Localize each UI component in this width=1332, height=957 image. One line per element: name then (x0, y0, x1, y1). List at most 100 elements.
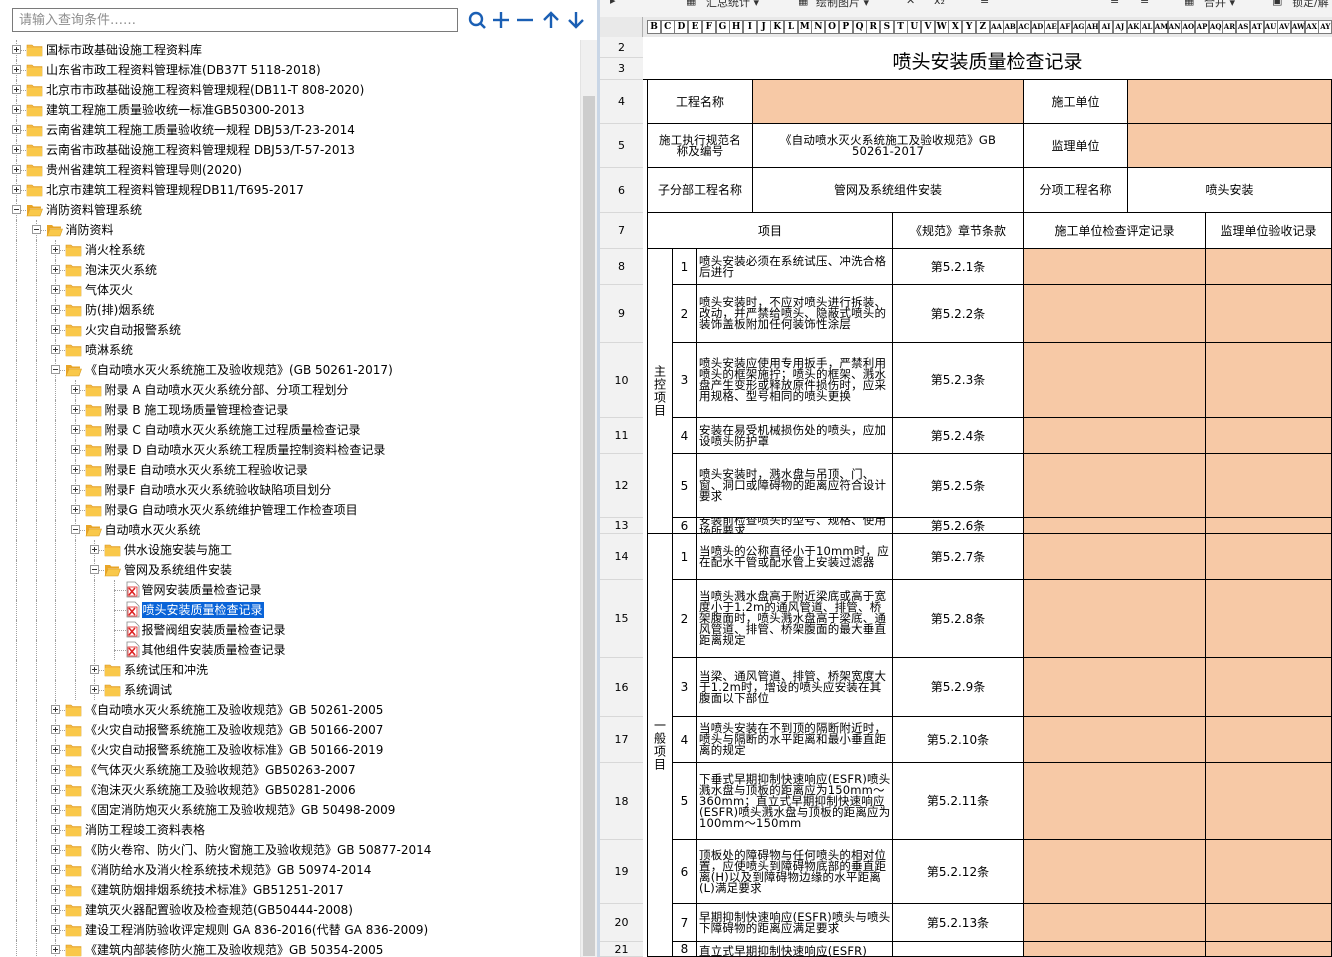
tree-node-label[interactable]: 《火灾自动报警系统施工及验收规范》GB 50166-2007 (85, 722, 383, 738)
column-header[interactable]: AS (1236, 20, 1251, 34)
expand-icon[interactable] (51, 285, 60, 294)
column-header[interactable]: L (784, 20, 798, 34)
arrow-up-icon[interactable] (541, 10, 561, 30)
expand-icon[interactable] (12, 85, 21, 94)
expand-icon[interactable] (51, 865, 60, 874)
row-header[interactable]: 4 (600, 80, 643, 124)
expand-icon[interactable] (51, 725, 60, 734)
subdivision-value[interactable]: 管网及系统组件安装 (753, 168, 1024, 213)
tree-node[interactable]: 气体灭火 (0, 280, 580, 300)
expand-icon[interactable] (12, 105, 21, 114)
collapse-icon[interactable] (90, 565, 99, 574)
column-header[interactable]: R (866, 20, 881, 34)
column-header[interactable]: AC (1016, 20, 1031, 34)
column-header[interactable]: AT (1249, 20, 1264, 34)
column-header[interactable]: C (660, 20, 675, 34)
supervision-check-record[interactable] (1206, 285, 1332, 343)
expand-icon[interactable] (51, 925, 60, 934)
construction-check-record[interactable] (1024, 343, 1206, 418)
supervision-check-record[interactable] (1206, 942, 1332, 957)
supervision-unit-label[interactable]: 监理单位 (1024, 124, 1128, 168)
expand-icon[interactable] (70, 405, 80, 414)
tree-node-label[interactable]: 《建筑内部装修防火施工及验收规范》GB 50354-2005 (85, 942, 383, 957)
expand-icon[interactable] (12, 65, 21, 74)
subscript-icon[interactable]: x₂ (934, 0, 945, 7)
tree-node-label[interactable]: 北京市市政基础设施工程资料管理规程(DB11-T 808-2020) (46, 82, 364, 98)
column-header[interactable]: G (715, 20, 730, 34)
construction-check-record[interactable] (1024, 904, 1206, 942)
item-clause[interactable]: 第5.2.13条 (893, 904, 1024, 942)
tree-node[interactable]: 供水设施安装与施工 (0, 540, 580, 560)
supervision-check-record[interactable] (1206, 534, 1332, 580)
tree-node-label[interactable]: 防(排)烟系统 (85, 302, 154, 318)
tree-node[interactable]: 喷头安装质量检查记录 (0, 600, 580, 620)
tree-node-label[interactable]: 《建筑防烟排烟系统技术标准》GB51251-2017 (85, 882, 344, 898)
tree-node[interactable]: 附录 B 施工现场质量管理检查记录 (0, 400, 580, 420)
column-header[interactable]: AG (1071, 20, 1086, 34)
align-icon[interactable]: ≡ (980, 0, 989, 7)
tree-node[interactable]: 消防资料 (0, 220, 580, 240)
tree-node-label[interactable]: 《自动喷水灭火系统施工及验收规范》GB 50261-2005 (85, 702, 383, 718)
subdivision-label[interactable]: 子分部工程名称 (647, 168, 753, 213)
ribbon-merge[interactable]: 合并 ▾ (1204, 0, 1235, 10)
construction-check-record[interactable] (1024, 658, 1206, 717)
supervision-check-record[interactable] (1206, 249, 1332, 285)
ribbon-lock[interactable]: 锁定/解 (1292, 0, 1329, 10)
tree-node-label-selected[interactable]: 喷头安装质量检查记录 (141, 602, 264, 618)
tree-node-label[interactable]: 供水设施安装与施工 (124, 542, 232, 558)
supervision-check-record[interactable] (1206, 717, 1332, 763)
column-header[interactable]: J (756, 20, 771, 34)
column-header[interactable]: AK (1126, 20, 1141, 34)
item-description[interactable]: 当喷头溅水盘高于附近梁底或高于宽度小于1.2m的通风管道、排管、桥架腹面时，喷头… (697, 580, 893, 658)
supervision-check-record[interactable] (1206, 580, 1332, 658)
tree-node-label[interactable]: 国标市政基础设施工程资料库 (46, 42, 202, 58)
row-header[interactable]: 8 (600, 249, 643, 285)
expand-icon[interactable] (12, 45, 21, 54)
supervision-check-record[interactable] (1206, 658, 1332, 717)
tree-node-label[interactable]: 北京市建筑工程资料管理规程DB11/T695-2017 (46, 182, 304, 198)
merge-icon[interactable]: ▦ (1184, 0, 1194, 7)
close-icon[interactable]: ✕ (906, 0, 915, 7)
construction-check-record[interactable] (1024, 418, 1206, 454)
expand-icon[interactable] (51, 325, 60, 334)
row-header[interactable]: 20 (600, 904, 643, 942)
tree-node[interactable]: 建设工程消防验收评定规则 GA 836-2016(代替 GA 836-2009) (0, 920, 580, 940)
expand-icon[interactable] (51, 885, 60, 894)
add-icon[interactable] (491, 10, 511, 30)
expand-icon[interactable] (51, 305, 60, 314)
arrow-icon[interactable]: ▸ (610, 0, 616, 7)
item-description[interactable]: 当喷头安装在不到顶的隔断附近时，喷头与隔断的水平距离和最小垂直距离的规定 (697, 717, 893, 763)
expand-icon[interactable] (51, 945, 60, 954)
column-header[interactable]: AA (989, 20, 1004, 34)
tree-node[interactable]: 自动喷水灭火系统 (0, 520, 580, 540)
collapse-icon[interactable] (31, 225, 41, 234)
tree-node[interactable]: 《固定消防炮灭火系统施工及验收规范》GB 50498-2009 (0, 800, 580, 820)
tree-node[interactable]: 建筑灭火器配置验收及检查规范(GB50444-2008) (0, 900, 580, 920)
item-clause[interactable]: 第5.2.2条 (893, 285, 1024, 343)
row-header[interactable]: 9 (600, 285, 643, 343)
tree-node-label[interactable]: 附录 D 自动喷水灭火系统工程质量控制资料检查记录 (105, 442, 386, 458)
tree-node[interactable]: 附录 C 自动喷水灭火系统施工过程质量检查记录 (0, 420, 580, 440)
tree-node[interactable]: 附录G 自动喷水灭火系统维护管理工作检查项目 (0, 500, 580, 520)
tree-node-label[interactable]: 附录 B 施工现场质量管理检查记录 (105, 402, 289, 418)
tree-node-label[interactable]: 消火栓系统 (85, 242, 145, 258)
tree-node-label[interactable]: 《火灾自动报警系统施工及验收标准》GB 50166-2019 (85, 742, 383, 758)
expand-icon[interactable] (51, 245, 60, 254)
tree-node-label[interactable]: 报警阀组安装质量检查记录 (142, 622, 286, 638)
column-header[interactable]: AL (1140, 20, 1155, 34)
tree-node[interactable]: 《建筑内部装修防火施工及验收规范》GB 50354-2005 (0, 940, 580, 957)
tree-node-label[interactable]: 附录G 自动喷水灭火系统维护管理工作检查项目 (105, 502, 358, 518)
tree-node[interactable]: 消防资料管理系统 (0, 200, 580, 220)
expand-icon[interactable] (90, 665, 99, 674)
ribbon-summary[interactable]: 汇总统计 ▾ (706, 0, 759, 10)
item-description[interactable]: 安装在易受机械损伤处的喷头，应加设喷头防护罩 (697, 418, 893, 454)
item-clause[interactable]: 第5.2.3条 (893, 343, 1024, 418)
row-header[interactable]: 21 (600, 942, 643, 957)
tree-node-label[interactable]: 系统调试 (124, 682, 172, 698)
tree-node[interactable]: 消火栓系统 (0, 240, 580, 260)
tree-node-label[interactable]: 其他组件安装质量检查记录 (142, 642, 286, 658)
tree-node[interactable]: 消防工程竣工资料表格 (0, 820, 580, 840)
expand-icon[interactable] (90, 685, 99, 694)
column-header[interactable]: AV (1277, 20, 1292, 34)
expand-icon[interactable] (70, 465, 80, 474)
